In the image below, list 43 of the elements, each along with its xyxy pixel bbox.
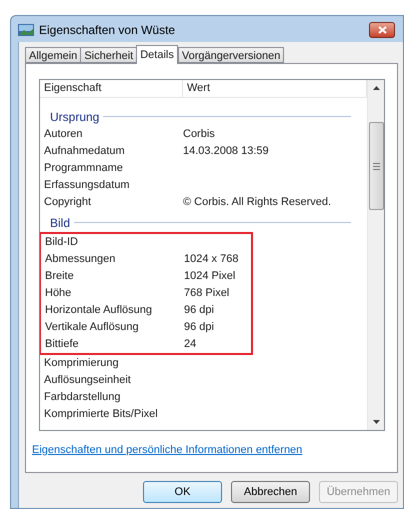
property-name: Programmname [43,161,124,176]
dialog-button[interactable]: OK [143,481,222,503]
remove-properties-link[interactable]: Eigenschaften und persönliche Informationen entfernen [32,442,397,458]
property-name: Höhe [44,286,72,302]
property-name: Farbdarstellung [43,390,122,406]
tab[interactable]: Allgemein [25,47,80,63]
scrollbar-thumb[interactable] [368,122,384,210]
property-value: 24 [184,337,196,352]
down-arrow-icon [372,420,380,424]
property-value: Corbis [183,127,215,142]
property-value: 768 Pixel [184,286,230,302]
property-name: Vertikale Auflösung [44,320,140,336]
property-name: Bittiefe [44,337,80,352]
property-name: Erfassungsdatum [43,178,131,194]
group-header: Ursprung [50,108,100,126]
property-value: 96 dpi [184,320,214,336]
dialog-button[interactable]: Abbrechen [231,481,310,503]
group-header: Bild [50,214,70,232]
property-name: Aufnahmedatum [43,144,126,160]
tab[interactable]: Details [136,45,178,64]
tab[interactable]: Vorgängerversionen [178,47,284,63]
property-value: © Corbis. All Rights Reserved. [183,195,332,210]
property-name: Breite [44,269,75,284]
column-header[interactable]: Eigenschaft [40,80,183,97]
property-name: Komprimierte Bits/Pixel [43,407,159,422]
property-name: Komprimierung [43,356,120,372]
window-title: Eigenschaften von Wüste [39,22,176,38]
up-arrow-icon [372,86,380,90]
property-value: 1024 x 768 [184,252,238,268]
picture-icon [18,24,34,36]
property-name: Copyright [43,195,92,210]
close-icon [378,26,386,34]
property-value: 14.03.2008 13:59 [183,144,269,160]
property-name: Auflösungseinheit [43,373,132,388]
property-name: Abmessungen [44,252,116,268]
close-button[interactable] [369,22,395,38]
property-name: Horizontale Auflösung [44,303,154,318]
property-name: Bild-ID [44,235,80,250]
tab[interactable]: Sicherheit [80,47,136,63]
property-value: 96 dpi [184,303,214,318]
scrollbar[interactable] [367,80,384,430]
property-value: 1024 Pixel [184,269,236,284]
property-name: Autoren [43,127,84,142]
